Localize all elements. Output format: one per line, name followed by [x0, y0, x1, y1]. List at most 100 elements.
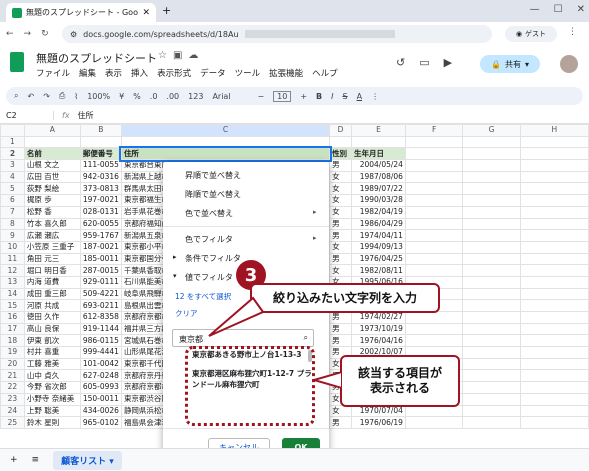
cell[interactable]: [462, 217, 521, 231]
font-size-minus[interactable]: −: [257, 92, 264, 101]
menu-view[interactable]: 表示: [105, 67, 122, 79]
column-header[interactable]: C: [120, 124, 331, 137]
cell[interactable]: 1987/08/06: [351, 170, 406, 184]
header-cell[interactable]: 名前: [23, 147, 81, 161]
cell[interactable]: [519, 147, 589, 161]
cell[interactable]: [462, 147, 521, 161]
cell[interactable]: [404, 240, 464, 254]
cell[interactable]: 広田 百世: [23, 170, 81, 184]
cell[interactable]: [519, 275, 589, 289]
avatar[interactable]: [560, 55, 578, 73]
formula-input[interactable]: 住所: [78, 110, 94, 121]
header-cell[interactable]: 郵便番号: [79, 147, 122, 161]
cell[interactable]: 小野寺 奈緒美: [23, 392, 81, 406]
cell[interactable]: [404, 170, 464, 184]
menu-tools[interactable]: ツール: [235, 67, 261, 79]
column-header[interactable]: D: [329, 124, 353, 137]
cell[interactable]: [404, 264, 464, 277]
cell[interactable]: 工藤 雅美: [23, 357, 81, 371]
row-header[interactable]: 9: [0, 229, 25, 242]
cell[interactable]: [462, 311, 521, 324]
cell[interactable]: 693-0211: [79, 299, 122, 312]
row-header[interactable]: 22: [0, 381, 25, 394]
new-tab-icon[interactable]: +: [162, 4, 171, 17]
cell[interactable]: 1974/04/11: [351, 229, 406, 242]
cell[interactable]: 1994/09/13: [351, 240, 406, 254]
row-header[interactable]: 12: [0, 264, 25, 277]
row-header[interactable]: 20: [0, 357, 25, 371]
cell[interactable]: [462, 275, 521, 289]
cell[interactable]: [404, 229, 464, 242]
maximize-icon[interactable]: ☐: [554, 4, 563, 15]
menu-help[interactable]: ヘルプ: [312, 67, 338, 79]
filter-by-value-item[interactable]: 値でフィルタ: [185, 272, 233, 283]
cell[interactable]: 999-4441: [79, 346, 122, 359]
cell[interactable]: 河原 共成: [23, 299, 81, 312]
cell[interactable]: [462, 182, 521, 196]
cell[interactable]: [519, 240, 589, 254]
cell[interactable]: 185-0011: [79, 252, 122, 266]
cell[interactable]: [404, 182, 464, 196]
cell[interactable]: [404, 334, 464, 348]
cell[interactable]: 徳田 久作: [23, 311, 81, 324]
cell[interactable]: 150-0011: [79, 392, 122, 406]
cell[interactable]: [519, 194, 589, 207]
cell[interactable]: 942-0316: [79, 170, 122, 184]
cell[interactable]: 成田 重三郎: [23, 287, 81, 301]
print-icon[interactable]: ⎙: [59, 91, 65, 101]
cell[interactable]: [519, 311, 589, 324]
column-header[interactable]: [0, 124, 25, 137]
cell[interactable]: 965-0102: [79, 416, 122, 429]
clear-link[interactable]: クリア: [175, 308, 198, 319]
cell[interactable]: [462, 170, 521, 184]
reload-icon[interactable]: ↻: [41, 29, 49, 39]
document-title[interactable]: 無題のスプレッドシート: [36, 50, 157, 66]
cell[interactable]: 1976/04/25: [351, 252, 406, 266]
cell[interactable]: [404, 147, 464, 161]
cell[interactable]: [120, 135, 331, 149]
cell[interactable]: 山中 貞久: [23, 369, 81, 383]
site-info-icon[interactable]: ⚙: [70, 30, 77, 39]
cell[interactable]: 内海 道費: [23, 275, 81, 289]
cell[interactable]: [462, 334, 521, 348]
comment-icon[interactable]: ▭: [419, 56, 429, 69]
add-sheet-icon[interactable]: +: [10, 455, 18, 465]
cell[interactable]: [519, 416, 589, 429]
cell[interactable]: 高山 良保: [23, 322, 81, 336]
cell[interactable]: 竹本 喜久郎: [23, 217, 81, 231]
cell[interactable]: 女: [329, 170, 353, 184]
cell[interactable]: 1982/08/11: [351, 264, 406, 277]
italic-button[interactable]: I: [331, 92, 333, 101]
cell[interactable]: 男: [329, 159, 353, 172]
all-sheets-icon[interactable]: ≡: [32, 455, 40, 465]
header-cell[interactable]: 性別: [329, 147, 353, 161]
cell[interactable]: [519, 404, 589, 418]
cell[interactable]: 1989/07/22: [351, 182, 406, 196]
filter-by-condition-item[interactable]: 条件でフィルタ: [185, 253, 241, 264]
text-color-button[interactable]: A: [357, 92, 362, 101]
number-format-button[interactable]: 123: [188, 92, 203, 101]
row-header[interactable]: 13: [0, 275, 25, 289]
row-header[interactable]: 6: [0, 194, 25, 207]
cell[interactable]: [462, 392, 521, 406]
cell[interactable]: 荻野 梨絵: [23, 182, 81, 196]
cell[interactable]: [462, 416, 521, 429]
cell[interactable]: 1986/04/29: [351, 217, 406, 231]
cell[interactable]: 男: [329, 217, 353, 231]
cell[interactable]: [519, 381, 589, 394]
cloud-status-icon[interactable]: ☁: [188, 50, 198, 61]
row-header[interactable]: 15: [0, 299, 25, 312]
cell[interactable]: 287-0015: [79, 264, 122, 277]
cell[interactable]: 女: [329, 194, 353, 207]
cell[interactable]: 111-0055: [79, 159, 122, 172]
row-header[interactable]: 11: [0, 252, 25, 266]
move-folder-icon[interactable]: ▣: [173, 50, 182, 61]
cell[interactable]: [462, 381, 521, 394]
cell[interactable]: [404, 135, 464, 149]
cell[interactable]: [404, 416, 464, 429]
cell[interactable]: [404, 252, 464, 266]
window-close-icon[interactable]: ✕: [577, 4, 585, 15]
cell[interactable]: [404, 194, 464, 207]
cell[interactable]: 鈴木 星則: [23, 416, 81, 429]
font-select[interactable]: Arial: [212, 92, 248, 101]
